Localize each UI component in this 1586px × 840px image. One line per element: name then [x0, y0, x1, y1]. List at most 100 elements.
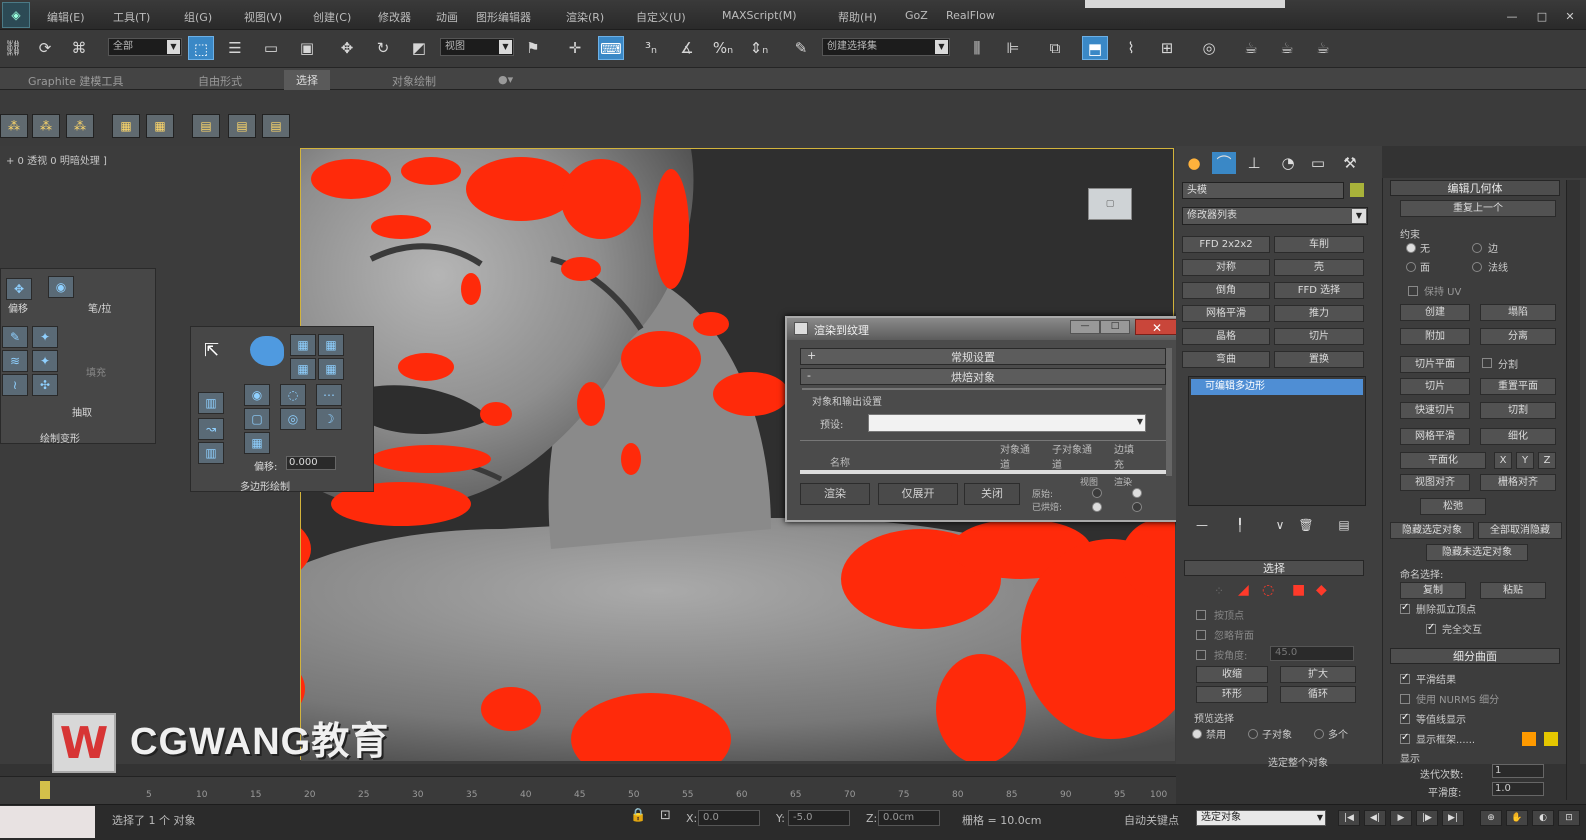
- edit-panel-scrollbar[interactable]: [1566, 180, 1580, 800]
- mod-btn-lattice[interactable]: 晶格: [1182, 328, 1270, 345]
- shapes-draw-icon[interactable]: ↝: [198, 418, 224, 440]
- spinner-snap-icon[interactable]: ⇕ₙ: [746, 36, 772, 60]
- align-icon[interactable]: ⊫: [1000, 36, 1026, 60]
- menu-customize[interactable]: 自定义(U): [636, 9, 686, 25]
- slice-button[interactable]: 切片: [1400, 378, 1470, 395]
- push-pull-brush-icon[interactable]: ◉: [48, 276, 74, 298]
- reference-coord-select[interactable]: 视图 ▼: [440, 38, 514, 56]
- window-crossing-icon[interactable]: ▣: [294, 36, 320, 60]
- material-editor-icon[interactable]: ◎: [1196, 36, 1222, 60]
- ring-button[interactable]: 环形: [1196, 686, 1268, 703]
- tab-freeform[interactable]: 自由形式: [198, 73, 242, 89]
- preserve-uv-checkbox[interactable]: [1408, 286, 1418, 296]
- timeline[interactable]: [0, 776, 1176, 804]
- view-align-button[interactable]: 视图对齐: [1400, 474, 1470, 491]
- modifier-list-select[interactable]: 修改器列表 ▼: [1182, 207, 1368, 225]
- planar-x-button[interactable]: X: [1494, 452, 1512, 469]
- border-mode-icon[interactable]: ◌: [1262, 582, 1274, 598]
- by-angle-checkbox[interactable]: [1196, 650, 1206, 660]
- inflate-brush-icon[interactable]: ✦: [32, 350, 58, 372]
- mod-btn-ffd[interactable]: FFD 2x2x2: [1182, 236, 1270, 253]
- new-object-icon[interactable]: ▢: [244, 408, 270, 430]
- sphere-conform-icon[interactable]: ◎: [280, 408, 306, 430]
- graphite-toggle-icon[interactable]: ⬒: [1082, 36, 1108, 60]
- play-icon[interactable]: ▶: [1390, 810, 1412, 826]
- modify-tab-icon[interactable]: ⌒: [1212, 152, 1236, 174]
- original-view-radio[interactable]: [1092, 488, 1102, 498]
- curve-editor-icon[interactable]: ⌇: [1118, 36, 1144, 60]
- edge-mode-icon[interactable]: ◢: [1238, 582, 1249, 598]
- configure-sets-icon[interactable]: ▤: [1332, 514, 1356, 536]
- preview-subobj-radio[interactable]: [1248, 729, 1258, 739]
- menu-tools[interactable]: 工具(T): [113, 9, 150, 25]
- quickslice-button[interactable]: 快速切片: [1400, 402, 1470, 419]
- mod-btn-bevel[interactable]: 倒角: [1182, 282, 1270, 299]
- scale-icon[interactable]: ◩: [406, 36, 432, 60]
- previous-frame-icon[interactable]: ◀|: [1364, 810, 1386, 826]
- create-tab-icon[interactable]: ●: [1182, 152, 1206, 174]
- cage-color-swatch[interactable]: [1522, 732, 1536, 746]
- pin-stack-icon[interactable]: —: [1190, 514, 1214, 536]
- rendered-frame-window-icon[interactable]: ☕: [1274, 36, 1300, 60]
- tab-object-paint[interactable]: 对象绘制: [392, 73, 436, 89]
- slice-plane-button[interactable]: 切片平面: [1400, 356, 1470, 373]
- render-production-icon[interactable]: ☕: [1310, 36, 1336, 60]
- grow-selection-icon[interactable]: ▤: [192, 114, 220, 138]
- z-coord-field[interactable]: 0.0cm: [878, 810, 940, 826]
- render-button[interactable]: 渲染: [800, 483, 870, 505]
- iterations-spinner[interactable]: 1: [1492, 764, 1544, 778]
- show-end-result-icon[interactable]: ╿: [1228, 514, 1252, 536]
- offset-spinner[interactable]: 0.000: [286, 456, 336, 470]
- unwrap-only-button[interactable]: 仅展开: [878, 483, 958, 505]
- paste-button[interactable]: 粘贴: [1480, 582, 1546, 599]
- angle-spinner[interactable]: 45.0: [1270, 646, 1354, 661]
- snaps-toggle-icon[interactable]: ³ₙ: [638, 36, 664, 60]
- relax-button[interactable]: 松弛: [1420, 498, 1486, 515]
- attach-button[interactable]: 附加: [1400, 328, 1470, 345]
- detach-button[interactable]: 分离: [1480, 328, 1556, 345]
- split-checkbox[interactable]: [1482, 358, 1492, 368]
- hide-unselected-button[interactable]: 隐藏未选定对象: [1426, 544, 1528, 561]
- select-polygon-icon[interactable]: ▦: [112, 114, 140, 138]
- remove-modifier-icon[interactable]: 🗑: [1294, 514, 1318, 536]
- edit-geometry-title[interactable]: 编辑几何体: [1390, 180, 1560, 196]
- copy-button[interactable]: 复制: [1400, 582, 1466, 599]
- moon-icon[interactable]: ☽: [316, 408, 342, 430]
- menu-animation[interactable]: 动画: [436, 9, 458, 25]
- menu-views[interactable]: 视图(V): [244, 9, 282, 25]
- meshsmooth-button[interactable]: 网格平滑: [1400, 428, 1470, 445]
- optimize-icon[interactable]: ⋯: [316, 384, 342, 406]
- unhide-all-button[interactable]: 全部取消隐藏: [1478, 522, 1562, 539]
- use-nurms-checkbox[interactable]: [1400, 694, 1410, 704]
- strips-icon[interactable]: ▦: [290, 334, 316, 356]
- mod-btn-push[interactable]: 推力: [1274, 305, 1364, 322]
- select-border-icon[interactable]: ⁂: [66, 114, 94, 138]
- next-frame-icon[interactable]: |▶: [1416, 810, 1438, 826]
- subdivision-surface-title[interactable]: 细分曲面: [1390, 648, 1560, 664]
- menu-help[interactable]: 帮助(H): [838, 9, 877, 25]
- menu-maxscript[interactable]: MAXScript(M): [722, 9, 797, 22]
- object-color-swatch[interactable]: [1350, 183, 1364, 197]
- app-logo-icon[interactable]: ◈: [2, 2, 30, 28]
- manipulate-icon[interactable]: ✛: [562, 36, 588, 60]
- bake-objects-table[interactable]: [800, 440, 1166, 470]
- mod-btn-bend[interactable]: 弯曲: [1182, 351, 1270, 368]
- go-to-start-icon[interactable]: |◀: [1338, 810, 1360, 826]
- maximize-viewport-icon[interactable]: ⊡: [1558, 810, 1580, 826]
- baked-view-radio[interactable]: [1092, 502, 1102, 512]
- drag-cursor-icon[interactable]: ⇱: [204, 340, 219, 361]
- cage-selected-color-swatch[interactable]: [1544, 732, 1558, 746]
- preset-select[interactable]: ▼: [868, 414, 1146, 432]
- shrink-selection-icon[interactable]: ▤: [228, 114, 256, 138]
- select-object-icon[interactable]: ⬚: [188, 36, 214, 60]
- display-tab-icon[interactable]: ▭: [1306, 152, 1330, 174]
- preview-multi-radio[interactable]: [1314, 729, 1324, 739]
- noise-brush-icon[interactable]: ✦: [32, 326, 58, 348]
- select-vertex-icon[interactable]: ⁂: [0, 114, 28, 138]
- key-filter-select[interactable]: 选定对象 ▼: [1196, 810, 1326, 826]
- edit-named-selection-icon[interactable]: ✎: [788, 36, 814, 60]
- surface-icon[interactable]: ▦: [290, 358, 316, 380]
- select-element-icon[interactable]: ▦: [146, 114, 174, 138]
- keyboard-shortcut-override-icon[interactable]: ⌨: [598, 36, 624, 60]
- mod-btn-ffd-select[interactable]: FFD 选择: [1274, 282, 1364, 299]
